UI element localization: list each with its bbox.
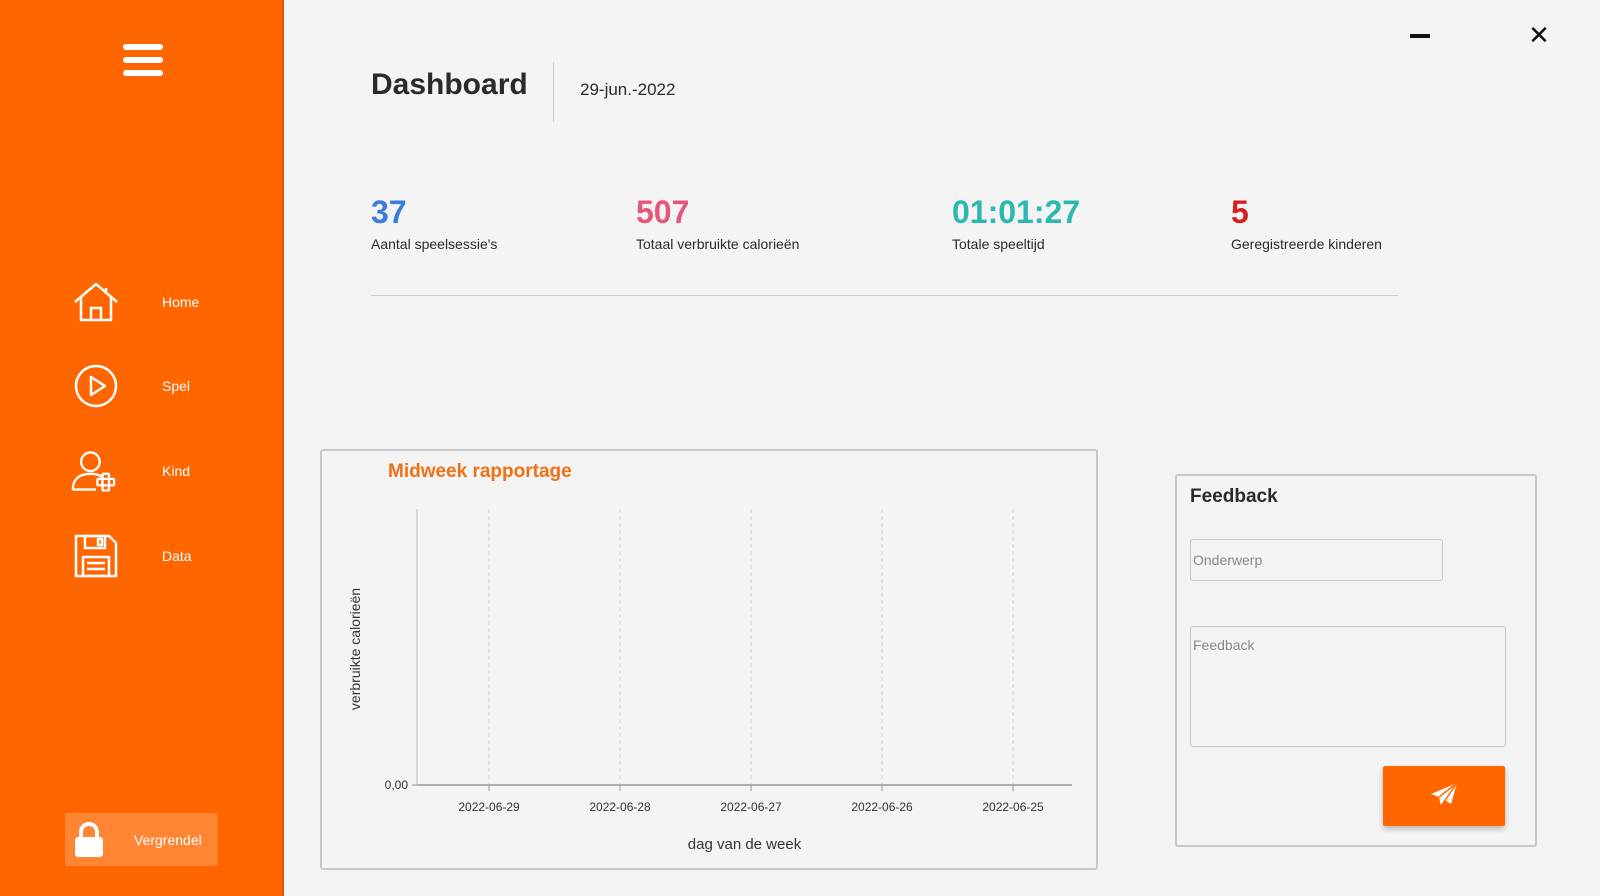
stat-calories: 507 Totaal verbruikte calorieën <box>636 194 799 252</box>
sidebar-item-label: Spel <box>162 378 191 394</box>
feedback-title: Feedback <box>1190 486 1278 507</box>
stat-caption: Totale speeltijd <box>952 236 1045 252</box>
feedback-textarea[interactable] <box>1190 626 1506 747</box>
subject-input[interactable] <box>1190 539 1443 581</box>
feedback-panel: Feedback <box>1175 474 1537 847</box>
stat-value: 01:01:27 <box>952 194 1081 230</box>
sidebar-item-data[interactable]: Data <box>70 528 260 584</box>
y-axis-label: verbruikte calorieën <box>347 588 363 710</box>
stat-children: 5 Geregistreerde kinderen <box>1231 194 1382 252</box>
home-icon <box>70 276 122 328</box>
minimize-icon[interactable] <box>1410 30 1432 42</box>
paper-plane-icon <box>1430 781 1458 811</box>
sidebar: Home Spel Kind Data Vergrendel <box>0 0 284 896</box>
x-tick-label: 2022-06-29 <box>458 800 520 814</box>
lock-button[interactable]: Vergrendel <box>65 813 218 866</box>
stat-caption: Aantal speelsessie's <box>371 236 498 252</box>
page-title: Dashboard <box>371 68 528 101</box>
stat-sessions: 37 Aantal speelsessie's <box>371 194 497 252</box>
floppy-disk-icon <box>70 530 122 582</box>
stat-caption: Totaal verbruikte calorieën <box>636 236 800 252</box>
sidebar-item-kind[interactable]: Kind <box>70 443 260 499</box>
sidebar-item-spel[interactable]: Spel <box>70 358 260 414</box>
add-user-icon <box>70 445 122 497</box>
chart-plot: 2022-06-29 2022-06-28 2022-06-27 2022-06-26… <box>347 509 1072 853</box>
x-tick-label: 2022-06-27 <box>720 800 782 814</box>
stats-divider <box>371 295 1398 296</box>
send-feedback-button[interactable] <box>1383 766 1505 826</box>
lock-icon <box>73 821 105 864</box>
stat-value: 507 <box>636 194 690 230</box>
page-date: 29-jun.-2022 <box>580 80 676 99</box>
close-icon[interactable]: ✕ <box>1528 22 1550 48</box>
stat-playtime: 01:01:27 Totale speeltijd <box>952 194 1080 252</box>
x-tick-label: 2022-06-25 <box>982 800 1044 814</box>
sidebar-item-label: Data <box>162 548 192 564</box>
y-tick-label: 0,00 <box>385 778 409 792</box>
header-divider <box>553 62 554 122</box>
stat-value: 37 <box>371 194 407 230</box>
stat-value: 5 <box>1231 194 1249 230</box>
x-axis-label: dag van de week <box>688 836 802 853</box>
sidebar-item-label: Home <box>162 294 200 310</box>
lock-button-label: Vergrendel <box>134 831 202 848</box>
x-tick-label: 2022-06-28 <box>589 800 651 814</box>
sidebar-item-label: Kind <box>162 463 191 479</box>
sidebar-item-home[interactable]: Home <box>70 274 260 330</box>
hamburger-menu-icon[interactable] <box>123 44 163 78</box>
play-icon <box>70 360 122 412</box>
x-tick-label: 2022-06-26 <box>851 800 913 814</box>
stat-caption: Geregistreerde kinderen <box>1231 236 1382 252</box>
chart-panel: Midweek rapportage 2022-06-29 2022-06-28 2… <box>320 449 1098 870</box>
